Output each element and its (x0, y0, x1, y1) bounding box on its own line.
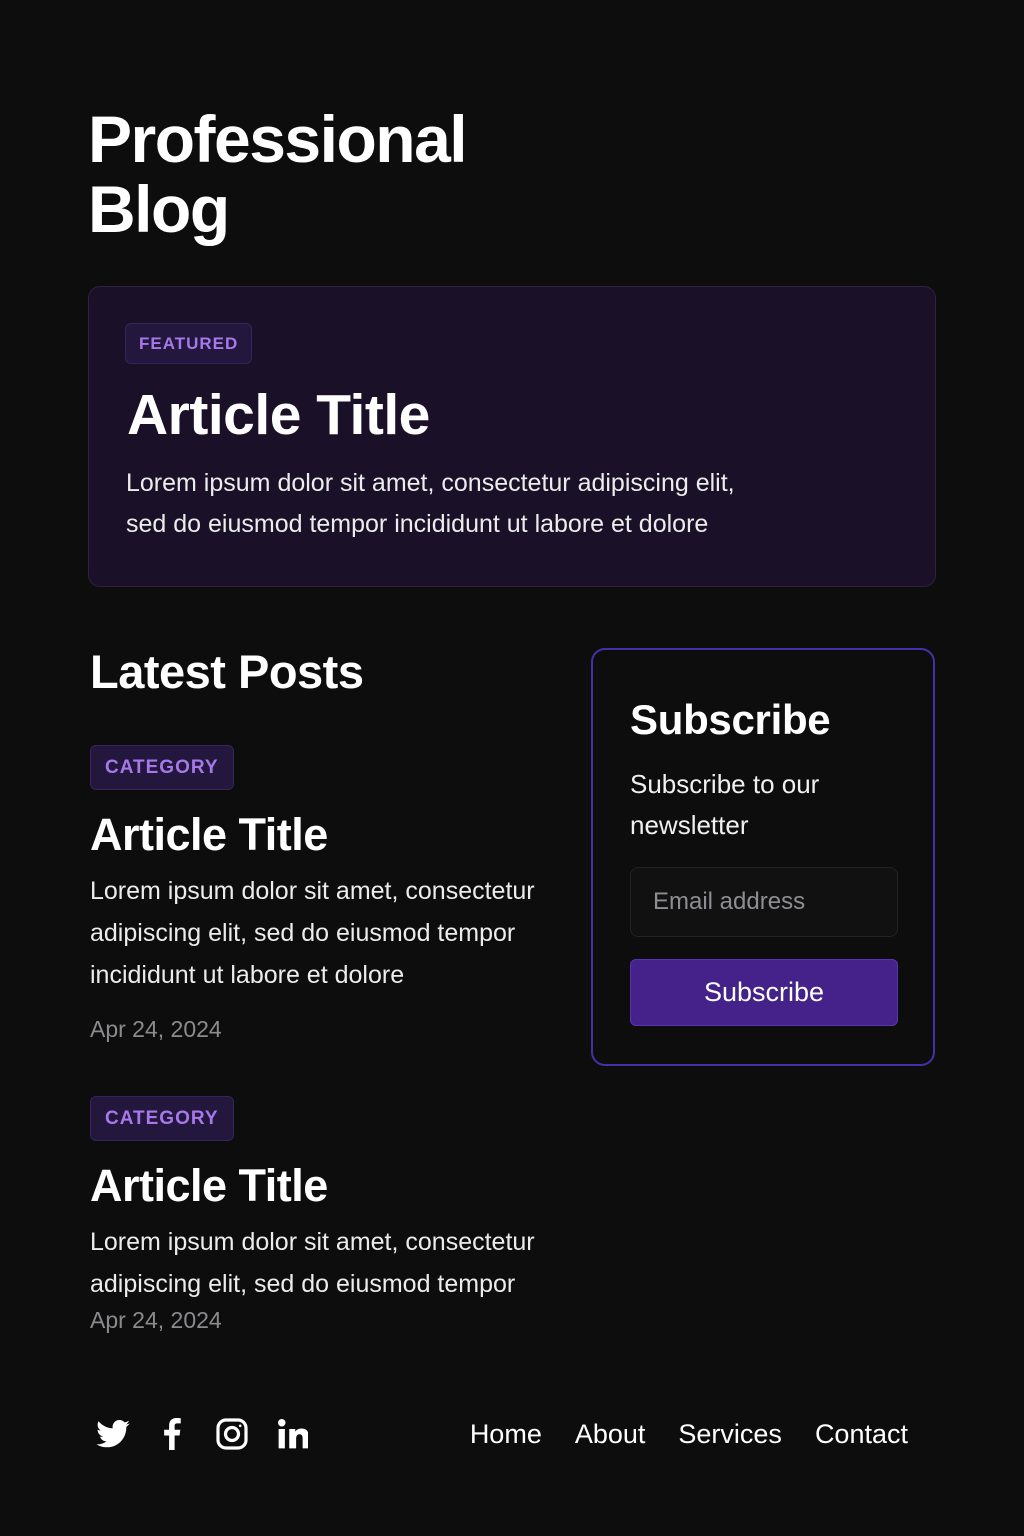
subscribe-title: Subscribe (630, 696, 831, 743)
subscribe-description: Subscribe to our newsletter (630, 769, 820, 840)
post-excerpt: Lorem ipsum dolor sit amet, consectetur … (90, 877, 535, 989)
post-title[interactable]: Article Title (90, 1161, 560, 1211)
nav-link-contact[interactable]: Contact (815, 1416, 908, 1452)
post-card[interactable]: CATEGORY Article Title Lorem ipsum dolor… (90, 1096, 560, 1335)
category-badge[interactable]: CATEGORY (90, 745, 234, 790)
post-excerpt: Lorem ipsum dolor sit amet, consectetur … (90, 1228, 535, 1298)
category-badge[interactable]: CATEGORY (90, 1096, 234, 1141)
twitter-icon[interactable] (91, 1412, 135, 1456)
latest-posts-heading: Latest Posts (90, 645, 364, 698)
nav-link-home[interactable]: Home (470, 1416, 542, 1452)
blog-page: Professional Blog FEATURED Article Title… (0, 0, 1024, 1536)
post-title[interactable]: Article Title (90, 810, 560, 860)
site-title: Professional Blog (88, 102, 468, 246)
post-date: Apr 24, 2024 (90, 1016, 222, 1042)
featured-badge: FEATURED (125, 323, 253, 364)
post-date: Apr 24, 2024 (90, 1307, 222, 1333)
footer-nav: Home About Services Contact (470, 1416, 908, 1452)
featured-article-excerpt: Lorem ipsum dolor sit amet, consectetur … (126, 469, 735, 538)
facebook-icon[interactable] (150, 1412, 194, 1456)
featured-article-title[interactable]: Article Title (127, 383, 430, 447)
featured-article-card[interactable]: FEATURED Article Title Lorem ipsum dolor… (88, 286, 936, 587)
subscribe-card: Subscribe Subscribe to our newsletter Su… (591, 648, 935, 1066)
nav-link-about[interactable]: About (575, 1416, 646, 1452)
instagram-icon[interactable] (210, 1412, 254, 1456)
nav-link-services[interactable]: Services (678, 1416, 782, 1452)
post-card[interactable]: CATEGORY Article Title Lorem ipsum dolor… (90, 745, 560, 1044)
subscribe-button[interactable]: Subscribe (630, 959, 898, 1026)
email-input[interactable] (630, 867, 898, 937)
linkedin-icon[interactable] (271, 1412, 315, 1456)
